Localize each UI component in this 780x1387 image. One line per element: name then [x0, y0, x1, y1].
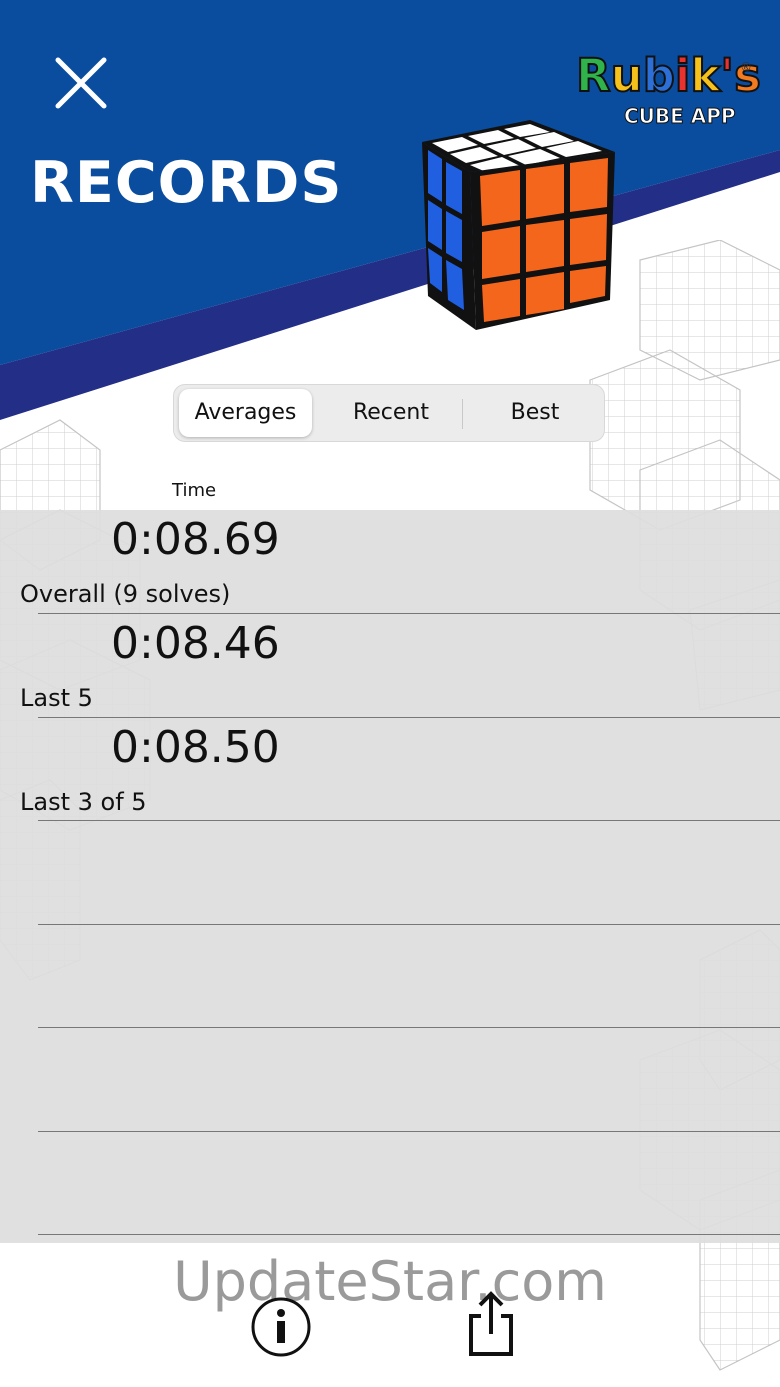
row-divider [38, 1234, 780, 1235]
table-row[interactable]: 0:08.69 Overall (9 solves) [0, 510, 780, 614]
row-label: Last 5 [20, 684, 93, 712]
info-icon [251, 1297, 311, 1357]
close-icon [55, 57, 107, 109]
page-title: RECORDS [30, 150, 343, 216]
table-row[interactable] [0, 925, 780, 1029]
table-row[interactable] [0, 1028, 780, 1132]
row-time: 0:08.46 [111, 618, 280, 669]
tab-best[interactable]: Best [466, 389, 604, 437]
logo-subtitle: CUBE APP [624, 104, 737, 129]
row-label: Last 3 of 5 [20, 788, 147, 816]
table-row[interactable]: 0:08.46 Last 5 [0, 614, 780, 718]
table-row[interactable] [0, 1132, 780, 1236]
logo-wordmark: Rubik's [575, 48, 762, 103]
table-row[interactable]: 0:08.50 Last 3 of 5 [0, 718, 780, 822]
row-label: Overall (9 solves) [20, 580, 231, 608]
time-column-header: Time [172, 480, 217, 501]
info-button[interactable] [250, 1296, 312, 1358]
tab-recent[interactable]: Recent [322, 389, 460, 437]
close-button[interactable] [48, 50, 114, 116]
row-time: 0:08.69 [111, 514, 280, 565]
rubiks-cube-illustration [422, 120, 615, 330]
row-time: 0:08.50 [111, 722, 280, 773]
tab-averages[interactable]: Averages [179, 389, 312, 437]
share-icon [469, 1291, 513, 1356]
records-segmented-control: Averages Recent Best [173, 384, 605, 442]
watermark-text: UpdateStar.com [173, 1250, 607, 1313]
averages-table: 0:08.69 Overall (9 solves) 0:08.46 Last … [0, 510, 780, 1243]
tab-divider [462, 399, 463, 429]
share-button[interactable] [463, 1290, 519, 1358]
logo-registered: ® [740, 60, 752, 74]
table-row[interactable] [0, 821, 780, 925]
